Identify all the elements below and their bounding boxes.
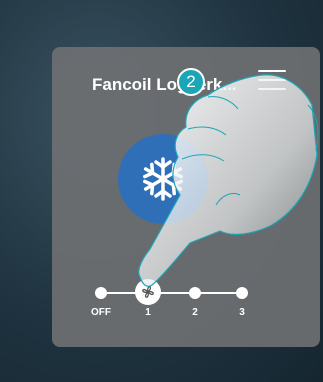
panel-title: Fancoil Logeerk... (92, 75, 237, 94)
fan-icon (142, 286, 154, 298)
speed-step-3[interactable] (236, 287, 248, 299)
speed-slider-knob[interactable] (135, 279, 161, 305)
hamburger-menu-icon[interactable] (258, 67, 286, 93)
speed-label-off: OFF (91, 307, 111, 318)
speed-label-1: 1 (145, 307, 151, 318)
slider-track (100, 292, 247, 294)
speed-label-2: 2 (192, 307, 198, 318)
step-number-badge: 2 (177, 68, 205, 96)
speed-step-off[interactable] (95, 287, 107, 299)
speed-step-2[interactable] (189, 287, 201, 299)
cooling-mode-button[interactable] (118, 134, 208, 224)
speed-label-3: 3 (239, 307, 245, 318)
snowflake-icon (140, 157, 186, 201)
fan-speed-slider[interactable]: OFF 1 2 3 (52, 275, 320, 325)
